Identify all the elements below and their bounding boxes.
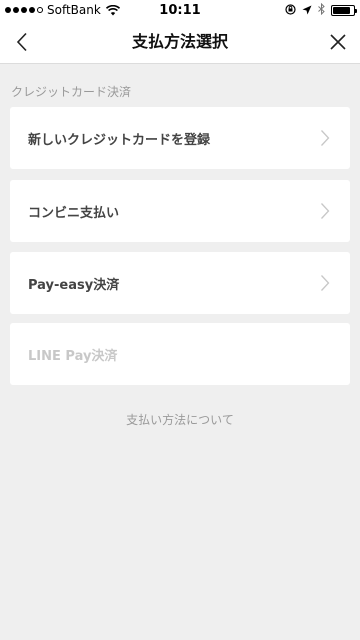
chevron-right-icon bbox=[321, 275, 330, 291]
chevron-left-icon bbox=[16, 32, 27, 52]
battery-level-fill bbox=[333, 7, 350, 14]
line-pay-option: LINE Pay決済 bbox=[10, 323, 350, 385]
rotation-lock-icon bbox=[285, 3, 296, 18]
chevron-right-icon bbox=[321, 130, 330, 146]
option-label: LINE Pay決済 bbox=[28, 348, 118, 364]
back-button[interactable] bbox=[0, 20, 44, 64]
option-label: Pay-easy決済 bbox=[28, 277, 120, 293]
location-arrow-icon bbox=[302, 4, 312, 18]
option-label: コンビニ支払い bbox=[28, 205, 120, 221]
chevron-right-icon bbox=[321, 203, 330, 219]
page-title: 支払方法選択 bbox=[131, 32, 228, 51]
pay-easy-option[interactable]: Pay-easy決済 bbox=[10, 252, 350, 314]
close-button[interactable] bbox=[316, 20, 360, 64]
close-icon bbox=[330, 34, 346, 50]
register-credit-card-option[interactable]: 新しいクレジットカードを登録 bbox=[10, 107, 350, 169]
convenience-store-payment-option[interactable]: コンビニ支払い bbox=[10, 180, 350, 242]
option-label: 新しいクレジットカードを登録 bbox=[28, 132, 211, 148]
navigation-bar: 支払方法選択 bbox=[0, 20, 360, 64]
battery-icon bbox=[331, 5, 357, 16]
about-payment-methods-link[interactable]: 支払い方法について bbox=[0, 411, 360, 428]
status-bar: SoftBank 10:11 bbox=[0, 0, 360, 20]
section-header: クレジットカード決済 bbox=[11, 85, 132, 99]
bluetooth-icon bbox=[318, 2, 325, 18]
status-right bbox=[285, 2, 357, 18]
